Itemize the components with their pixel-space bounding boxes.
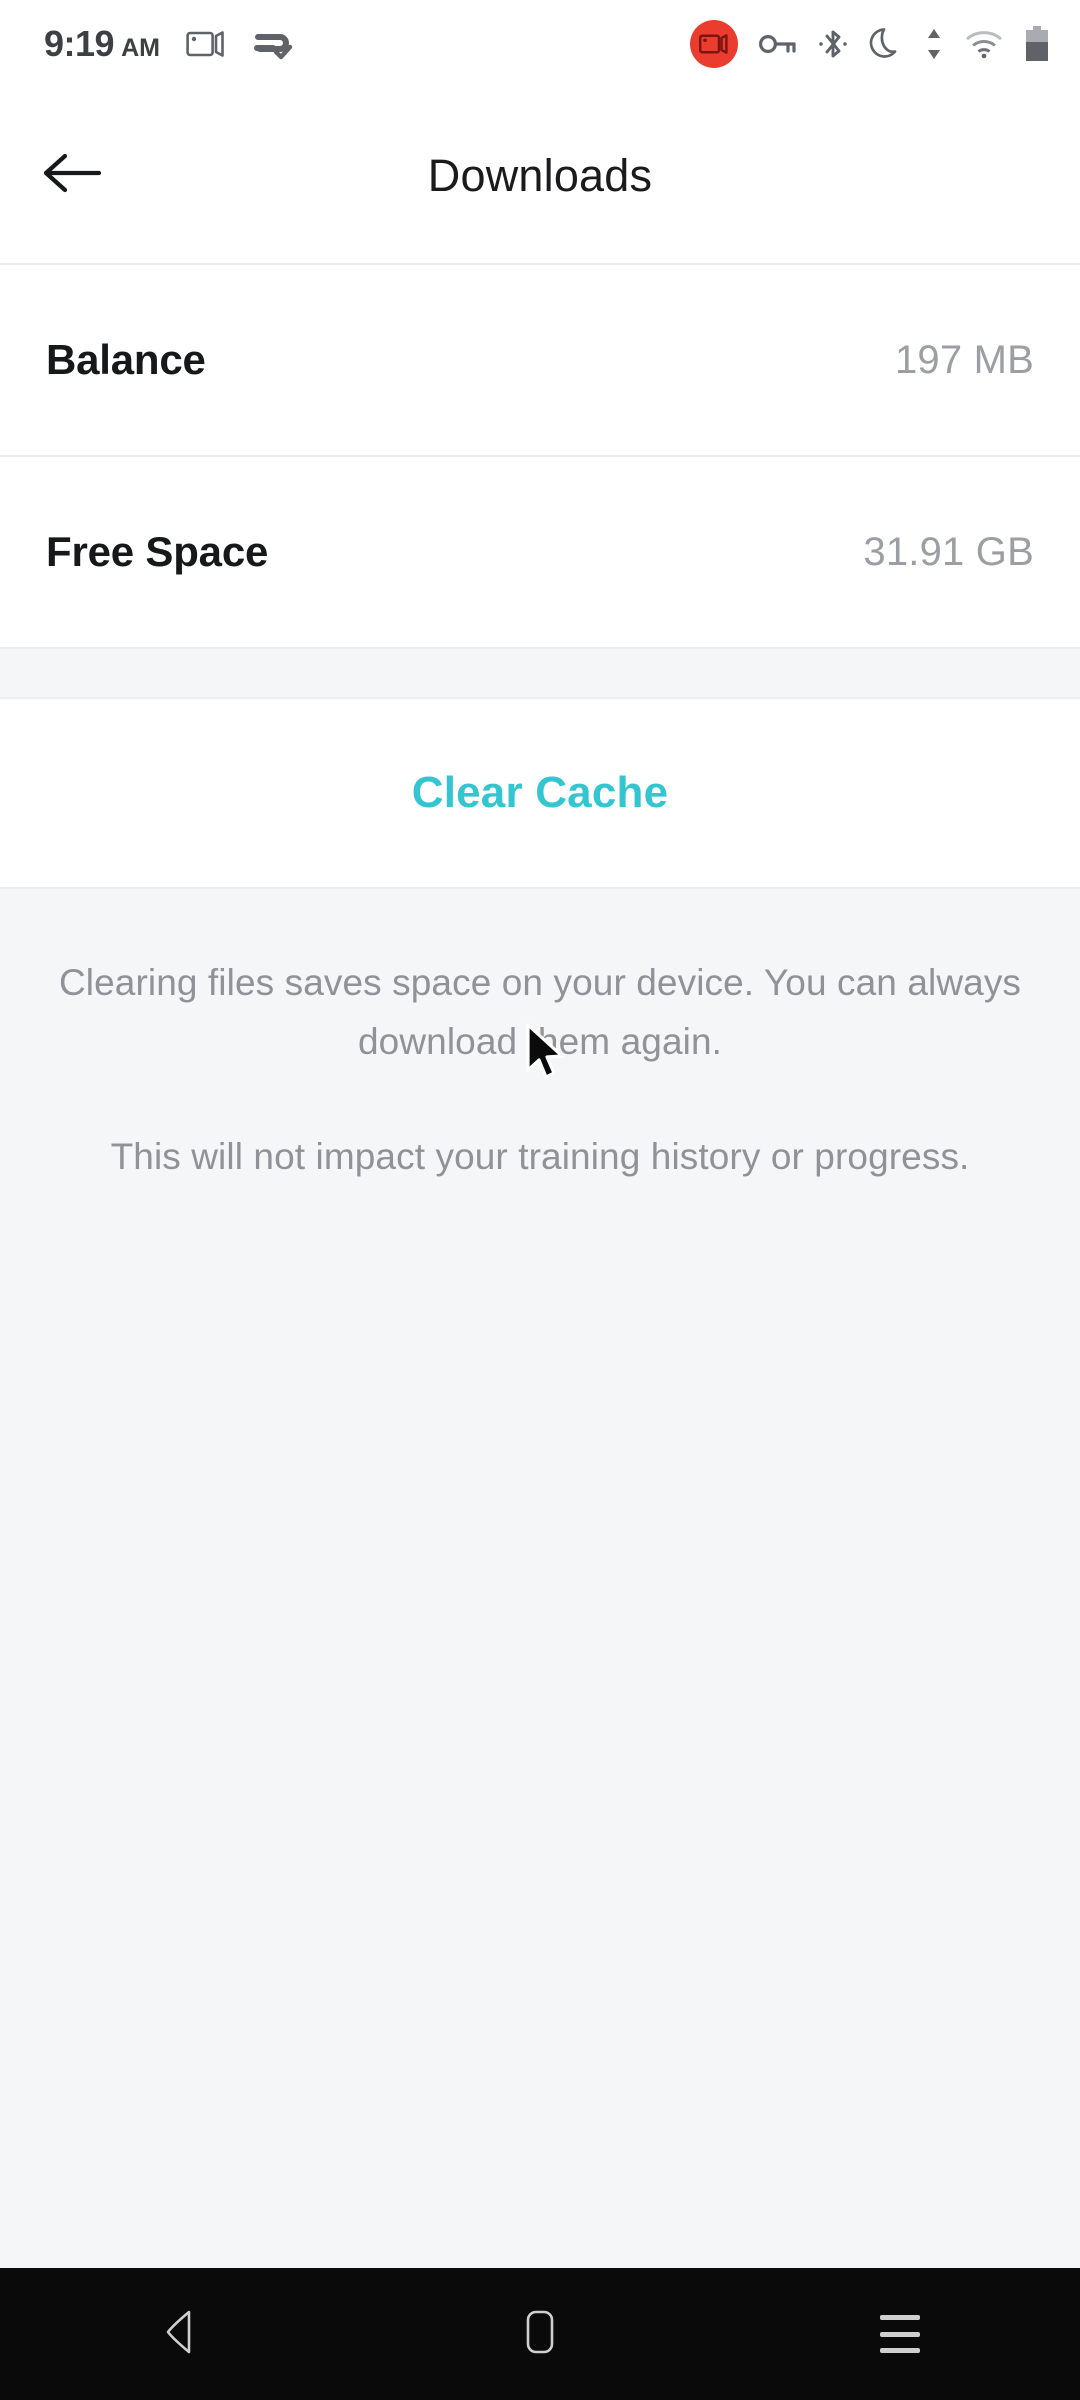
description-paragraph-1: Clearing files saves space on your devic… xyxy=(58,962,1022,1062)
row-balance-value: 197 MB xyxy=(894,337,1034,382)
status-bar: 9:19 AM xyxy=(0,0,1080,88)
clock-meridiem: AM xyxy=(121,34,160,62)
row-free-space-label: Free Space xyxy=(46,528,269,575)
row-balance-label: Balance xyxy=(46,336,206,383)
nav-back-icon xyxy=(159,2308,201,2361)
screen-record-active-icon xyxy=(690,20,738,68)
clear-cache-label: Clear Cache xyxy=(411,768,669,817)
description-paragraph-2: This will not impact your training histo… xyxy=(110,1136,970,1177)
nav-recents-icon xyxy=(880,2315,920,2353)
battery-icon xyxy=(1024,25,1050,63)
bluetooth-icon xyxy=(818,27,848,61)
nav-recents-button[interactable] xyxy=(820,2268,980,2400)
do-not-disturb-moon-icon xyxy=(868,25,904,63)
status-bar-clock: 9:19 AM xyxy=(44,23,160,65)
nav-back-button[interactable] xyxy=(100,2268,260,2400)
nav-home-button[interactable] xyxy=(460,2268,620,2400)
clear-cache-button[interactable]: Clear Cache xyxy=(0,699,1080,889)
android-nav-bar xyxy=(0,2268,1080,2400)
row-free-space-value: 31.91 GB xyxy=(863,529,1034,574)
app-bar: Downloads xyxy=(0,88,1080,265)
data-transfer-icon xyxy=(924,27,944,61)
clock-time: 9:19 xyxy=(44,23,115,64)
phone-screen: 9:19 AM Downloads Balance 197 MB Free Sp… xyxy=(0,0,1080,2400)
description-section: Clearing files saves space on your devic… xyxy=(0,889,1080,2268)
nav-home-icon xyxy=(523,2308,557,2361)
page-title: Downloads xyxy=(427,149,653,201)
status-bar-left: 9:19 AM xyxy=(44,23,294,65)
status-bar-right xyxy=(690,20,1050,68)
screen-record-outline-icon xyxy=(186,28,226,60)
row-balance[interactable]: Balance 197 MB xyxy=(0,265,1080,457)
arrow-left-icon xyxy=(41,148,103,203)
section-divider-band xyxy=(0,649,1080,699)
data-sync-check-icon xyxy=(252,27,294,61)
vpn-key-icon xyxy=(758,31,798,57)
row-free-space[interactable]: Free Space 31.91 GB xyxy=(0,457,1080,649)
wifi-icon xyxy=(964,29,1004,59)
back-button[interactable] xyxy=(26,130,118,222)
